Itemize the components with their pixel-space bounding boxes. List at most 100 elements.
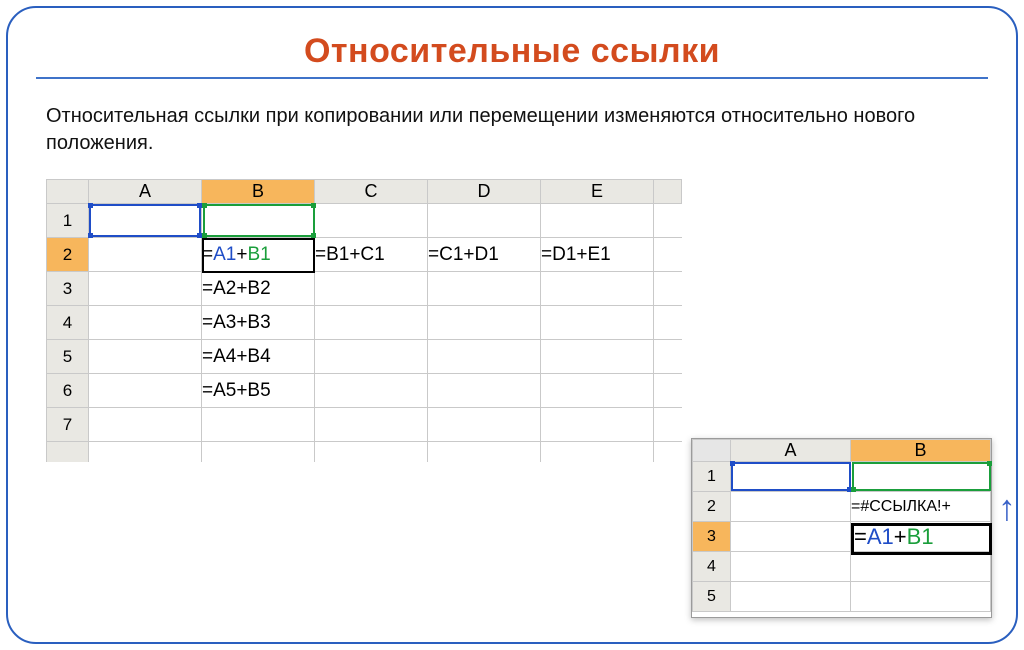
cell-e2[interactable]: =D1+E1 bbox=[541, 238, 654, 272]
row-header-3: 3 bbox=[47, 272, 89, 306]
cell-a7[interactable] bbox=[89, 408, 202, 442]
cell-b7[interactable] bbox=[202, 408, 315, 442]
cell-a1[interactable] bbox=[89, 204, 202, 238]
small-cell-a2[interactable] bbox=[731, 492, 851, 522]
cell-e3[interactable] bbox=[541, 272, 654, 306]
small-row-5: 5 bbox=[693, 582, 991, 612]
description-text: Относительная ссылки при копировании или… bbox=[46, 103, 980, 157]
cell-a3[interactable] bbox=[89, 272, 202, 306]
col-header-d: D bbox=[428, 180, 541, 204]
small-plus-sign: + bbox=[894, 524, 907, 549]
cell-c2[interactable]: =B1+C1 bbox=[315, 238, 428, 272]
eq-sign: = bbox=[202, 244, 213, 265]
cell-d1[interactable] bbox=[428, 204, 541, 238]
cell-c6[interactable] bbox=[315, 374, 428, 408]
cell-d2[interactable]: =C1+D1 bbox=[428, 238, 541, 272]
cell-b6[interactable]: =A5+B5 bbox=[202, 374, 315, 408]
small-cell-b2[interactable]: =#ССЫЛКА!+ bbox=[851, 492, 991, 522]
cell-d5[interactable] bbox=[428, 340, 541, 374]
col-header-spill bbox=[654, 180, 682, 204]
col-header-a: A bbox=[89, 180, 202, 204]
small-cell-b1[interactable] bbox=[851, 462, 991, 492]
cell-spill-1 bbox=[654, 204, 682, 238]
row-1: 1 bbox=[47, 204, 682, 238]
cell-d6[interactable] bbox=[428, 374, 541, 408]
row-header-7: 7 bbox=[47, 408, 89, 442]
cell-a2[interactable] bbox=[89, 238, 202, 272]
cell-a6[interactable] bbox=[89, 374, 202, 408]
small-row-3: 3 =A1+B1 bbox=[693, 522, 991, 552]
small-row-header-2: 2 bbox=[693, 492, 731, 522]
arrow-up-icon: ↑ bbox=[998, 487, 1016, 529]
ref-a1: A1 bbox=[213, 244, 236, 265]
row-3: 3 =A2+B2 bbox=[47, 272, 682, 306]
row-header-5: 5 bbox=[47, 340, 89, 374]
cell-e5[interactable] bbox=[541, 340, 654, 374]
row-header-2: 2 bbox=[47, 238, 89, 272]
small-row-header-3: 3 bbox=[693, 522, 731, 552]
cell-e4[interactable] bbox=[541, 306, 654, 340]
small-eq-sign: = bbox=[854, 524, 867, 549]
cell-spill-6 bbox=[654, 374, 682, 408]
cell-d4[interactable] bbox=[428, 306, 541, 340]
small-ref-a1: A1 bbox=[867, 524, 894, 549]
cell-spill-5 bbox=[654, 340, 682, 374]
row-5: 5 =A4+B4 bbox=[47, 340, 682, 374]
cell-a5[interactable] bbox=[89, 340, 202, 374]
cell-b2[interactable]: =A1+B1 bbox=[202, 238, 315, 272]
col-header-b: B bbox=[202, 180, 315, 204]
cell-e7[interactable] bbox=[541, 408, 654, 442]
plus-sign: + bbox=[236, 244, 247, 265]
row-header-4: 4 bbox=[47, 306, 89, 340]
small-row-header-1: 1 bbox=[693, 462, 731, 492]
row-6: 6 =A5+B5 bbox=[47, 374, 682, 408]
cell-c5[interactable] bbox=[315, 340, 428, 374]
small-spreadsheet: A B 1 2 =#ССЫЛКА!+ 3 =A1+B1 4 bbox=[692, 439, 991, 612]
cell-c7[interactable] bbox=[315, 408, 428, 442]
small-row-2: 2 =#ССЫЛКА!+ bbox=[693, 492, 991, 522]
small-col-header-b: B bbox=[851, 440, 991, 462]
small-cell-a4[interactable] bbox=[731, 552, 851, 582]
slide-frame: Относительные ссылки Относительная ссылк… bbox=[6, 6, 1018, 644]
cell-spill-4 bbox=[654, 306, 682, 340]
cell-c3[interactable] bbox=[315, 272, 428, 306]
title-divider bbox=[36, 77, 988, 79]
cell-spill-7 bbox=[654, 408, 682, 442]
small-row-header-5: 5 bbox=[693, 582, 731, 612]
small-cell-a3[interactable] bbox=[731, 522, 851, 552]
cell-b5[interactable]: =A4+B4 bbox=[202, 340, 315, 374]
row-7: 7 bbox=[47, 408, 682, 442]
cell-e1[interactable] bbox=[541, 204, 654, 238]
row-header-1: 1 bbox=[47, 204, 89, 238]
column-header-row: A B C D E bbox=[47, 180, 682, 204]
small-cell-b5[interactable] bbox=[851, 582, 991, 612]
page-title: Относительные ссылки bbox=[44, 32, 980, 71]
small-cell-a1[interactable] bbox=[731, 462, 851, 492]
cell-c1[interactable] bbox=[315, 204, 428, 238]
cell-spill-2 bbox=[654, 238, 682, 272]
cell-b1[interactable] bbox=[202, 204, 315, 238]
cell-spill-3 bbox=[654, 272, 682, 306]
small-row-4: 4 bbox=[693, 552, 991, 582]
row-4: 4 =A3+B3 bbox=[47, 306, 682, 340]
row-2: 2 =A1+B1 =B1+C1 =C1+D1 =D1+E1 bbox=[47, 238, 682, 272]
small-cell-b4[interactable] bbox=[851, 552, 991, 582]
small-spreadsheet-panel: A B 1 2 =#ССЫЛКА!+ 3 =A1+B1 4 bbox=[691, 438, 992, 618]
row-cutoff bbox=[47, 442, 682, 462]
small-cell-a5[interactable] bbox=[731, 582, 851, 612]
col-header-e: E bbox=[541, 180, 654, 204]
row-header-6: 6 bbox=[47, 374, 89, 408]
cell-d7[interactable] bbox=[428, 408, 541, 442]
main-spreadsheet-wrap: A B C D E 1 2 =A1+B1 =B1+C1 bbox=[46, 179, 980, 462]
cell-b4[interactable]: =A3+B3 bbox=[202, 306, 315, 340]
cell-a4[interactable] bbox=[89, 306, 202, 340]
small-col-header-row: A B bbox=[693, 440, 991, 462]
small-col-header-a: A bbox=[731, 440, 851, 462]
cell-b3[interactable]: =A2+B2 bbox=[202, 272, 315, 306]
cell-c4[interactable] bbox=[315, 306, 428, 340]
cell-e6[interactable] bbox=[541, 374, 654, 408]
small-row-1: 1 bbox=[693, 462, 991, 492]
small-row-header-4: 4 bbox=[693, 552, 731, 582]
small-cell-b3[interactable]: =A1+B1 bbox=[851, 522, 991, 552]
cell-d3[interactable] bbox=[428, 272, 541, 306]
